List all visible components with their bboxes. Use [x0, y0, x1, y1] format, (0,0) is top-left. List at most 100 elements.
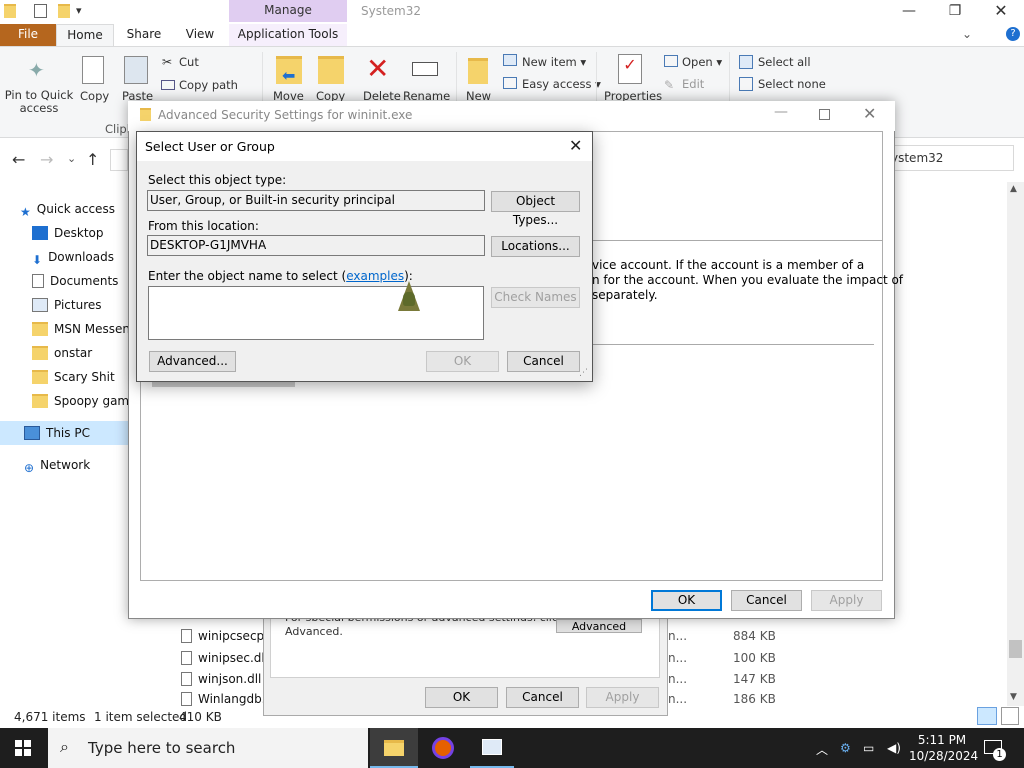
maximize-button[interactable]: ❐	[932, 0, 978, 24]
firefox-icon[interactable]	[432, 737, 454, 759]
easy-access-icon	[503, 77, 517, 89]
properties-advanced-button[interactable]: Advanced	[556, 619, 642, 633]
advanced-apply-button[interactable]: Apply	[811, 590, 882, 611]
search-icon: ⌕	[60, 737, 69, 756]
file-name[interactable]: winjson.dll	[198, 672, 261, 686]
delete-icon: ✕	[366, 52, 390, 85]
security-tray-icon[interactable]: ⚙	[840, 741, 851, 755]
adv-maximize-button[interactable]	[819, 109, 830, 120]
location-field: DESKTOP-G1JMVHA	[147, 235, 485, 256]
download-icon: ⬇	[32, 253, 43, 267]
open-button[interactable]: Open ▾	[682, 55, 722, 69]
easy-access-button[interactable]: Easy access ▾	[522, 77, 601, 91]
nav-folder[interactable]: MSN Messeng	[32, 317, 138, 341]
nav-this-pc[interactable]: This PC	[24, 421, 90, 445]
collapse-ribbon-icon[interactable]: ⌄	[962, 27, 972, 41]
volume-icon[interactable]: ◀)	[887, 741, 901, 755]
tab-view[interactable]: View	[174, 24, 226, 46]
documents-icon	[32, 274, 44, 288]
details-view-icon[interactable]	[977, 707, 997, 725]
address-bar[interactable]	[110, 149, 128, 171]
forward-arrow-icon[interactable]: →	[40, 150, 53, 169]
notification-badge: 1	[993, 748, 1006, 761]
properties-quick-icon[interactable]	[34, 4, 47, 18]
locations-button[interactable]: Locations...	[491, 236, 580, 257]
scrollbar-thumb[interactable]	[1009, 640, 1022, 658]
help-icon[interactable]: ?	[1006, 27, 1020, 41]
resize-grip-icon[interactable]: ⋰	[579, 368, 588, 378]
pin-to-quick-access-button[interactable]: Pin to Quick access	[4, 89, 74, 115]
copy-path-button[interactable]: Copy path	[179, 78, 238, 92]
paste-icon	[124, 56, 148, 84]
back-arrow-icon[interactable]: ←	[12, 150, 25, 169]
select-none-button[interactable]: Select none	[758, 77, 826, 91]
check-names-button[interactable]: Check Names	[491, 287, 580, 308]
clock-time[interactable]: 5:11 PM	[912, 733, 972, 747]
folder-icon	[4, 4, 16, 18]
up-arrow-icon[interactable]: ↑	[86, 150, 99, 169]
select-user-cancel-button[interactable]: Cancel	[507, 351, 580, 372]
windows-start-icon[interactable]	[15, 740, 31, 756]
cursor-icon-body	[403, 292, 415, 306]
nav-desktop[interactable]: Desktop	[32, 221, 104, 245]
edit-button[interactable]: Edit	[682, 77, 704, 91]
tab-file[interactable]: File	[0, 24, 56, 46]
properties-apply-button[interactable]: Apply	[586, 687, 659, 708]
manage-tab[interactable]: Manage	[229, 0, 347, 22]
tab-application-tools[interactable]: Application Tools	[229, 24, 347, 46]
folder-icon	[32, 394, 48, 408]
nav-documents[interactable]: Documents	[32, 269, 118, 293]
new-item-button[interactable]: New item ▾	[522, 55, 586, 69]
advanced-cancel-button[interactable]: Cancel	[731, 590, 802, 611]
edit-icon: ✎	[664, 78, 675, 92]
nav-network[interactable]: ⊕ Network	[24, 453, 90, 477]
scroll-down-icon[interactable]: ▼	[1010, 692, 1017, 702]
close-button[interactable]: ✕	[978, 0, 1024, 24]
select-user-advanced-button[interactable]: Advanced...	[149, 351, 236, 372]
explorer-titlebar	[0, 0, 1024, 24]
properties-cancel-button[interactable]: Cancel	[506, 687, 579, 708]
adv-minimize-button[interactable]: —	[774, 104, 788, 120]
tab-share[interactable]: Share	[118, 24, 170, 46]
clock-date[interactable]: 10/28/2024	[909, 749, 978, 763]
object-type-field: User, Group, or Built-in security princi…	[147, 190, 485, 211]
adv-close-button[interactable]: ✕	[863, 104, 876, 123]
copy-button[interactable]: Copy	[80, 89, 109, 103]
nav-folder[interactable]: Scary Shit	[32, 365, 115, 389]
new-item-icon	[503, 54, 517, 66]
folder-icon	[32, 370, 48, 384]
object-type-label: Select this object type:	[148, 173, 287, 187]
recent-locations-icon[interactable]: ⌄	[67, 152, 76, 165]
file-name[interactable]: winipsec.dll	[198, 651, 268, 665]
item-count: 4,671 items	[14, 710, 86, 724]
scroll-up-icon[interactable]: ▲	[1010, 184, 1017, 194]
object-name-input[interactable]	[148, 286, 484, 340]
nav-folder[interactable]: onstar	[32, 341, 92, 365]
network-tray-icon[interactable]: ▭	[863, 741, 874, 755]
object-types-button[interactable]: Object Types...	[491, 191, 580, 227]
new-folder-icon	[468, 58, 488, 84]
examples-link[interactable]: examples	[346, 269, 404, 283]
advanced-ok-button[interactable]: OK	[651, 590, 722, 611]
search-box[interactable]: ystem32	[884, 145, 1014, 171]
folder-icon	[32, 322, 48, 336]
show-hidden-icons-icon[interactable]: ︿	[816, 741, 828, 758]
select-user-title: Select User or Group	[145, 139, 275, 154]
nav-downloads[interactable]: ⬇ Downloads	[32, 245, 114, 269]
nav-quick-access[interactable]: ★ Quick access	[20, 197, 115, 221]
large-icons-view-icon[interactable]	[1001, 707, 1019, 725]
qat-dropdown-icon[interactable]: ▾	[76, 4, 82, 17]
file-name[interactable]: Winlangdb.c	[198, 692, 272, 706]
select-user-close-button[interactable]: ✕	[569, 136, 582, 155]
new-folder-quick-icon[interactable]	[58, 4, 70, 18]
select-user-ok-button[interactable]: OK	[426, 351, 499, 372]
select-all-button[interactable]: Select all	[758, 55, 811, 69]
cut-button[interactable]: Cut	[179, 55, 199, 69]
vertical-scrollbar[interactable]	[1007, 182, 1024, 706]
nav-pictures[interactable]: Pictures	[32, 293, 102, 317]
nav-folder[interactable]: Spoopy games	[32, 389, 143, 413]
minimize-button[interactable]: —	[886, 0, 932, 24]
window-title: System32	[361, 4, 422, 18]
properties-ok-button[interactable]: OK	[425, 687, 498, 708]
tab-home[interactable]: Home	[56, 24, 114, 46]
